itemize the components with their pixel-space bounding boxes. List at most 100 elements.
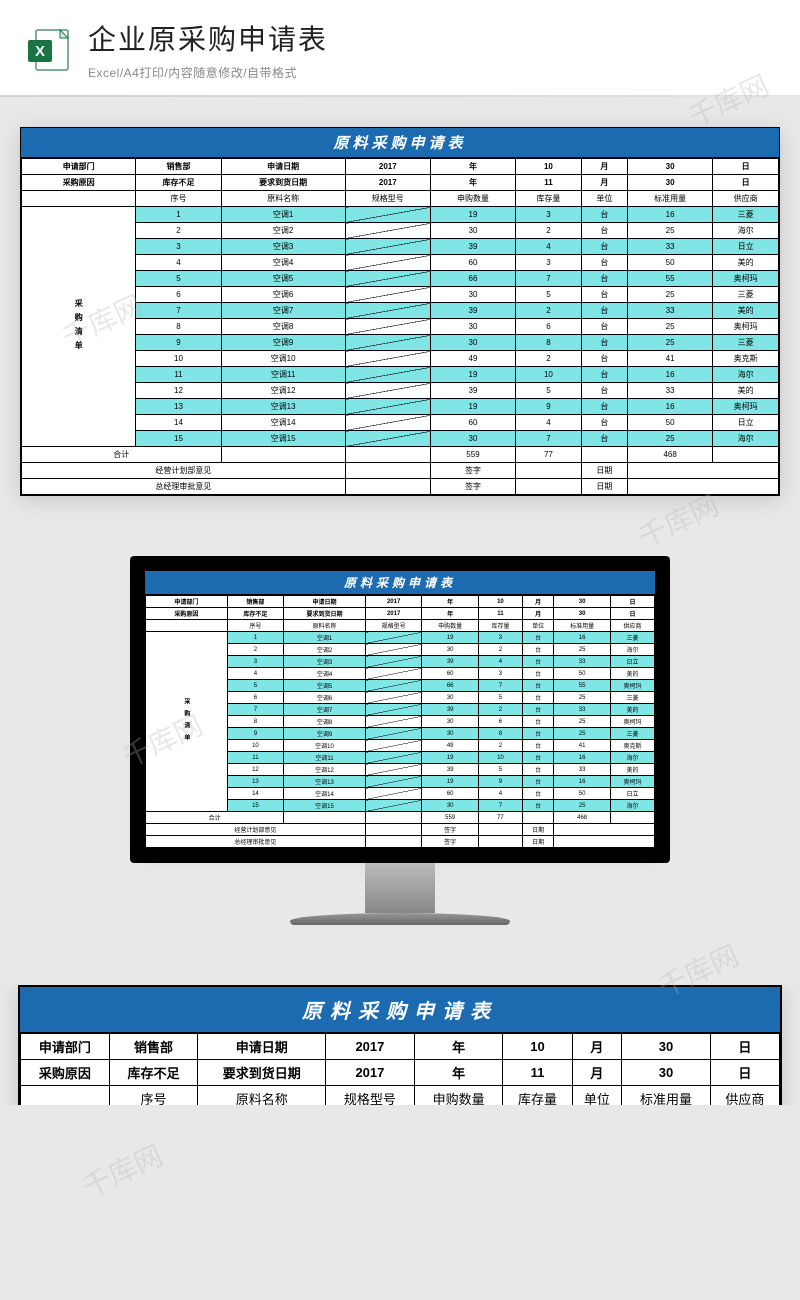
cell [516,479,582,495]
spreadsheet-bottom: 原料采购申请表 申请部门销售部申请日期2017年10月30日 采购原因库存不足要… [18,985,782,1105]
cell: 申购数量 [430,191,515,207]
cell: 2 [478,644,522,656]
cell: 9 [516,399,582,415]
cell: 美的 [713,303,779,319]
cell: 美的 [713,255,779,271]
cell: 台 [522,788,553,800]
cell: 三菱 [713,287,779,303]
cell-diagonal [365,800,422,812]
cell: 15 [227,800,284,812]
cell: 16 [628,207,713,223]
cell: 海尔 [610,644,654,656]
cell: 台 [581,207,627,223]
cell-diagonal [345,351,430,367]
cell: 台 [581,319,627,335]
cell: 9 [227,728,284,740]
cell: 空调14 [284,788,366,800]
cell-diagonal [365,740,422,752]
table-row: 10空调10492台41奥克斯 [22,351,779,367]
cell: 39 [430,383,515,399]
cell: 10 [478,752,522,764]
cell: 66 [422,680,479,692]
cell: 台 [522,644,553,656]
cell: 16 [628,399,713,415]
cell: 空调13 [284,776,366,788]
cell: 39 [430,239,515,255]
cell-diagonal [365,728,422,740]
cell: 11 [227,752,284,764]
cell: 30 [430,287,515,303]
cell: 空调12 [221,383,345,399]
cell: 19 [422,776,479,788]
cell: 台 [581,239,627,255]
cell: 台 [581,335,627,351]
cell: 5 [516,383,582,399]
cell [713,447,779,463]
cell: 库存量 [516,191,582,207]
cell: 25 [554,728,611,740]
cell: 三菱 [610,632,654,644]
cell: 空调7 [221,303,345,319]
cell: 7 [516,271,582,287]
cell: 采购原因 [22,175,136,191]
cell: 25 [554,800,611,812]
cell: 33 [554,656,611,668]
cell: 空调6 [221,287,345,303]
monitor-stand-neck [365,863,435,913]
cell: 奥克斯 [610,740,654,752]
cell: 供应商 [713,191,779,207]
sheet-title: 原料采购申请表 [20,987,780,1033]
cell: 1 [227,632,284,644]
cell: 美的 [713,383,779,399]
cell-diagonal [365,764,422,776]
cell: 60 [422,788,479,800]
cell-diagonal [345,255,430,271]
cell: 30 [422,728,479,740]
cell: 50 [554,668,611,680]
cell-diagonal [345,207,430,223]
cell: 14 [136,415,221,431]
cell: 8 [478,728,522,740]
sheet-table: 申请部门 销售部 申请日期 2017 年 10 月 30 日 采购原因 库存不足… [21,158,779,495]
cell: 25 [628,335,713,351]
cell: 台 [522,680,553,692]
cell: 日期 [581,463,627,479]
cell: 50 [554,788,611,800]
cell: 49 [422,740,479,752]
footer-row-1: 经营计划部意见 签字 日期 [22,463,779,479]
cell: 空调8 [221,319,345,335]
cell: 6 [227,692,284,704]
cell: 单位 [581,191,627,207]
cell: 8 [136,319,221,335]
cell: 台 [522,776,553,788]
table-row: 14空调14604台50日立 [22,415,779,431]
watermark: 千库网 [75,1134,168,1206]
table-row: 12空调12395台33美的 [22,383,779,399]
cell: 序号 [136,191,221,207]
cell: 14 [227,788,284,800]
cell: 空调4 [221,255,345,271]
side-label: 采购清单 [146,632,228,812]
cell: 2 [516,351,582,367]
column-header-row: 序号 原料名称 规格型号 申购数量 库存量 单位 标准用量 供应商 [22,191,779,207]
cell: 33 [554,764,611,776]
table-row: 4空调4603台50美的 [22,255,779,271]
cell: 空调3 [284,656,366,668]
cell: 空调12 [284,764,366,776]
cell: 申请日期 [221,159,345,175]
cell-diagonal [345,335,430,351]
cell: 台 [581,271,627,287]
cell: 7 [478,680,522,692]
table-row: 采购清单1空调1193台16三菱 [22,207,779,223]
cell: 25 [554,644,611,656]
cell: 4 [478,788,522,800]
cell: 2017 [345,159,430,175]
cell: 25 [554,692,611,704]
cell: 空调2 [221,223,345,239]
cell: 3 [478,668,522,680]
cell: 9 [136,335,221,351]
cell: 奥柯玛 [713,271,779,287]
meta-row-1: 申请部门 销售部 申请日期 2017 年 10 月 30 日 [22,159,779,175]
cell-diagonal [345,271,430,287]
cell: 月 [581,175,627,191]
